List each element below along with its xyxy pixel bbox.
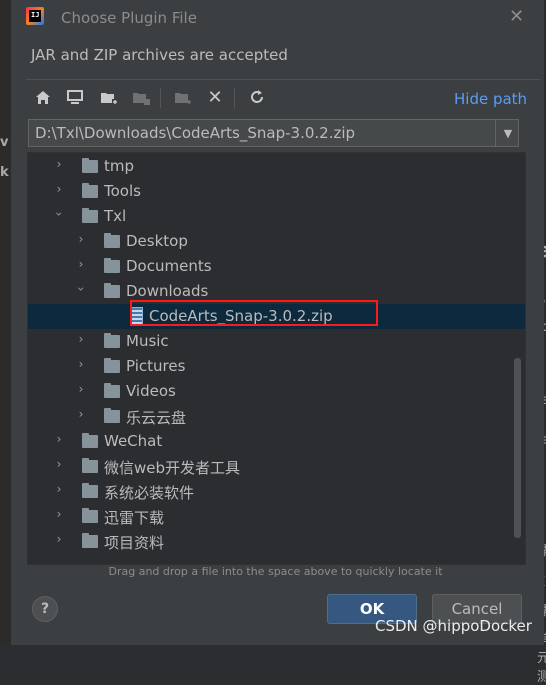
chevron-right-icon[interactable]: ›	[75, 232, 87, 246]
folder-icon	[104, 283, 120, 298]
refresh-folder-icon	[172, 86, 194, 108]
tree-row[interactable]: › Music	[28, 329, 525, 354]
chevron-down-icon[interactable]: ▼	[495, 120, 520, 146]
chevron-right-icon[interactable]: ›	[53, 532, 65, 546]
folder-icon	[104, 383, 120, 398]
tree-row[interactable]: › 乐云云盘	[28, 404, 525, 429]
tree-row-label: Videos	[126, 382, 176, 400]
tree-row[interactable]: › WeChat	[28, 429, 525, 454]
chevron-right-icon[interactable]: ›	[75, 407, 87, 421]
chevron-right-icon[interactable]: ›	[53, 457, 65, 471]
chevron-right-icon[interactable]: ›	[53, 182, 65, 196]
choose-plugin-file-dialog: IJ Choose Plugin File ✕ JAR and ZIP arch…	[10, 0, 544, 645]
tree-row-label: 系统必装软件	[104, 484, 195, 502]
folder-icon	[82, 433, 98, 448]
watermark-text: CSDN @hippoDocker	[375, 617, 532, 635]
chevron-down-icon[interactable]: ›	[52, 208, 66, 220]
tree-row-label: Tools	[104, 182, 141, 200]
chevron-right-icon[interactable]: ›	[53, 432, 65, 446]
tree-row[interactable]: › 迅雷下载	[28, 504, 525, 529]
tree-row[interactable]: › Downloads	[28, 279, 525, 304]
desktop-icon[interactable]	[64, 86, 86, 108]
close-icon[interactable]: ✕	[509, 6, 524, 27]
folder-icon	[82, 158, 98, 173]
tree-row[interactable]: › Tools	[28, 179, 525, 204]
background-letter: v	[0, 135, 9, 150]
chevron-right-icon[interactable]: ›	[53, 482, 65, 496]
help-button[interactable]: ?	[32, 596, 58, 622]
tree-row-label: Downloads	[126, 282, 209, 300]
home-icon[interactable]	[32, 86, 54, 108]
zip-archive-icon	[131, 307, 143, 325]
new-folder-icon[interactable]	[98, 86, 120, 108]
folder-icon	[82, 483, 98, 498]
tree-row-label: 微信web开发者工具	[104, 459, 241, 477]
chevron-right-icon[interactable]: ›	[53, 507, 65, 521]
folder-icon	[104, 258, 120, 273]
background-left-panel: v k	[0, 0, 10, 645]
delete-icon[interactable]: ✕	[204, 86, 226, 108]
drag-drop-hint: Drag and drop a file into the space abov…	[108, 565, 443, 578]
tree-row[interactable]: › 微信web开发者工具	[28, 454, 525, 479]
tree-row-label: Desktop	[126, 232, 188, 250]
toolbar-separator	[234, 88, 235, 108]
chevron-right-icon[interactable]: ›	[75, 332, 87, 346]
dialog-title: Choose Plugin File	[61, 9, 197, 27]
scrollbar-thumb[interactable]	[514, 358, 521, 538]
tree-row[interactable]: › 项目资料	[28, 529, 525, 554]
tree-row[interactable]: › Desktop	[28, 229, 525, 254]
tree-row-label: Txl	[104, 207, 127, 225]
intellij-app-icon: IJ	[26, 7, 44, 25]
folder-icon	[82, 208, 98, 223]
project-folder-icon	[130, 86, 152, 108]
tree-row-label: tmp	[104, 157, 135, 175]
chevron-right-icon[interactable]: ›	[75, 382, 87, 396]
tree-row-label: 乐云云盘	[126, 409, 187, 427]
tree-row[interactable]: › Videos	[28, 379, 525, 404]
tree-row-label: CodeArts_Snap-3.0.2.zip	[149, 307, 333, 325]
folder-icon	[104, 333, 120, 348]
sync-icon[interactable]	[246, 86, 268, 108]
tree-row[interactable]: › Documents	[28, 254, 525, 279]
toolbar-separator	[160, 88, 161, 108]
path-input[interactable]: D:\Txl\Downloads\CodeArts_Snap-3.0.2.zip	[28, 119, 519, 147]
tree-row-label: Pictures	[126, 357, 186, 375]
file-tree[interactable]: › tmp › Tools › Txl › Desktop › Document…	[27, 152, 526, 565]
chevron-right-icon[interactable]: ›	[75, 257, 87, 271]
folder-icon	[82, 458, 98, 473]
tree-row-label: 迅雷下载	[104, 509, 165, 527]
folder-icon	[104, 358, 120, 373]
background-letter: k	[0, 165, 9, 180]
chevron-down-icon[interactable]: ›	[74, 283, 88, 295]
chevron-right-icon[interactable]: ›	[53, 157, 65, 171]
tree-row-label: 项目资料	[104, 534, 165, 552]
folder-icon	[104, 233, 120, 248]
tree-row[interactable]: › tmp	[28, 154, 525, 179]
shortcut-folder-icon	[104, 408, 120, 423]
tree-row-selected[interactable]: CodeArts_Snap-3.0.2.zip	[28, 304, 525, 329]
tree-row-label: WeChat	[104, 432, 163, 450]
folder-icon	[82, 183, 98, 198]
dialog-titlebar[interactable]: IJ Choose Plugin File ✕	[11, 0, 544, 36]
tree-row[interactable]: › 系统必装软件	[28, 479, 525, 504]
tree-row[interactable]: › Pictures	[28, 354, 525, 379]
folder-icon	[82, 508, 98, 523]
hide-path-link[interactable]: Hide path	[454, 90, 527, 108]
tree-row[interactable]: › Txl	[28, 204, 525, 229]
tree-row-label: Documents	[126, 257, 212, 275]
vertical-scrollbar[interactable]	[512, 153, 522, 561]
dialog-description: JAR and ZIP archives are accepted	[31, 46, 288, 64]
folder-icon	[82, 533, 98, 548]
divider	[26, 79, 540, 80]
chevron-right-icon[interactable]: ›	[75, 357, 87, 371]
tree-row-label: Music	[126, 332, 169, 350]
